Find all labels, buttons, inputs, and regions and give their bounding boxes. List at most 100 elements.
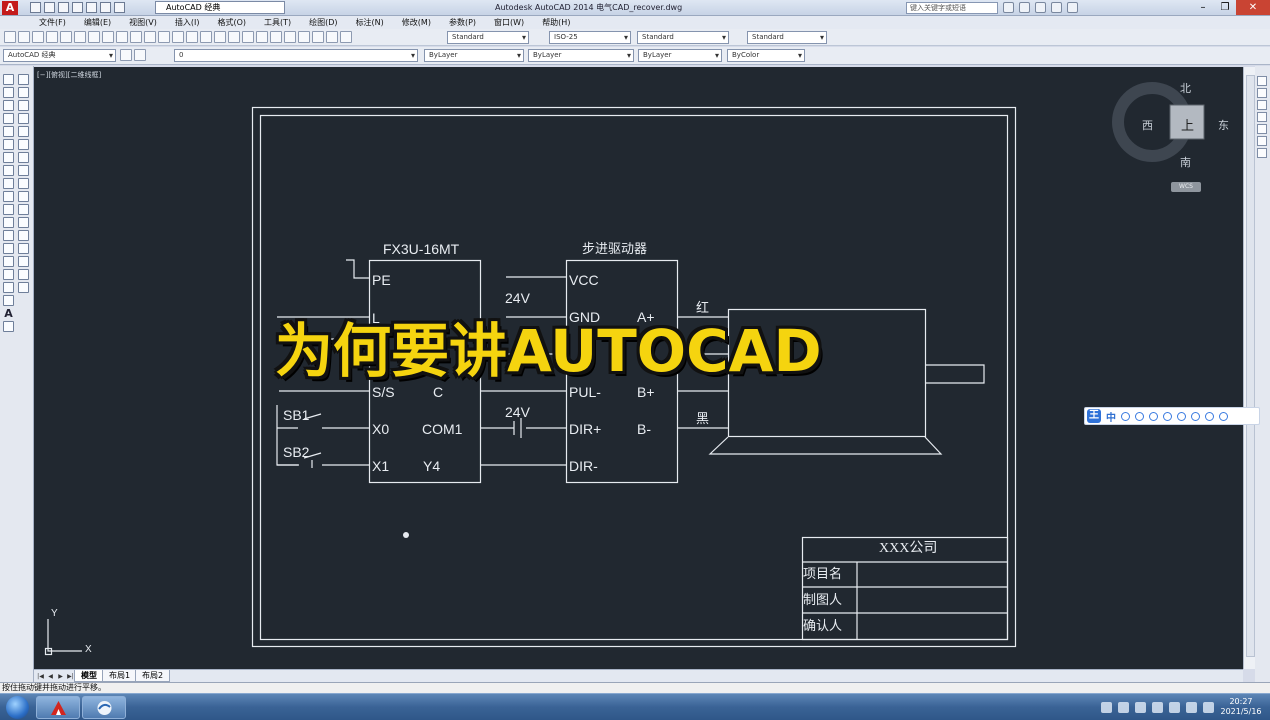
menu-window[interactable]: 窗口(W) <box>485 16 533 29</box>
handwrite-icon[interactable] <box>1149 411 1158 421</box>
gradient-icon[interactable] <box>3 269 14 280</box>
hatch-icon[interactable] <box>3 256 14 267</box>
circle-icon[interactable] <box>3 152 14 163</box>
mleader-style-combo[interactable]: Standard <box>747 31 827 44</box>
cut-icon[interactable] <box>102 31 114 43</box>
table-icon[interactable] <box>3 295 14 306</box>
line-icon[interactable] <box>3 74 14 85</box>
break-at-point-icon[interactable] <box>18 217 29 228</box>
menu-insert[interactable]: 插入(I) <box>166 16 209 29</box>
help-search-input[interactable]: 键入关键字或短语 <box>906 2 998 14</box>
menu-help[interactable]: 帮助(H) <box>533 16 579 29</box>
pan-icon[interactable] <box>200 31 212 43</box>
zoom-window-icon[interactable] <box>228 31 240 43</box>
tray-shield-icon[interactable] <box>1118 702 1129 713</box>
ime-toolbar[interactable]: 王 中 <box>1084 407 1260 425</box>
color-combo[interactable]: ByLayer <box>424 49 524 62</box>
ime-logo-icon[interactable]: 王 <box>1087 409 1101 423</box>
spline-icon[interactable] <box>3 178 14 189</box>
region-icon[interactable] <box>3 282 14 293</box>
tab-layout2[interactable]: 布局2 <box>135 670 171 682</box>
open-icon[interactable] <box>44 2 55 13</box>
extend-icon[interactable] <box>18 204 29 215</box>
plot-style-combo[interactable]: ByColor <box>727 49 805 62</box>
plot-icon[interactable] <box>86 2 97 13</box>
help-icon[interactable] <box>1067 2 1078 13</box>
maximize-button[interactable]: ❐ <box>1214 0 1236 15</box>
menu-edit[interactable]: 编辑(E) <box>75 16 120 29</box>
table-style-combo[interactable]: Standard <box>637 31 729 44</box>
showmotion-icon[interactable] <box>1257 124 1267 134</box>
sheet-set-icon[interactable] <box>298 31 310 43</box>
view-cube-east[interactable]: 东 <box>1218 117 1229 133</box>
markup-icon[interactable] <box>312 31 324 43</box>
explode-icon[interactable] <box>18 282 29 293</box>
search-icon[interactable] <box>1003 2 1014 13</box>
skin-icon[interactable] <box>1177 411 1186 421</box>
design-center-icon[interactable] <box>270 31 282 43</box>
menu-draw[interactable]: 绘图(D) <box>300 16 346 29</box>
close-button[interactable]: ✕ <box>1236 0 1270 15</box>
workspace-settings-icon[interactable] <box>120 49 132 61</box>
copy-object-icon[interactable] <box>18 87 29 98</box>
stretch-icon[interactable] <box>18 178 29 189</box>
chamfer-icon[interactable] <box>18 256 29 267</box>
settings-icon[interactable] <box>1219 411 1228 421</box>
emoji-icon[interactable] <box>1135 411 1144 421</box>
start-button[interactable] <box>2 695 34 720</box>
undo-tb-icon[interactable] <box>172 31 184 43</box>
layer-combo[interactable]: 0 <box>174 49 418 62</box>
rectangle-icon[interactable] <box>3 126 14 137</box>
layer-properties-icon[interactable] <box>134 49 146 61</box>
arc-icon[interactable] <box>3 139 14 150</box>
keyboard-icon[interactable] <box>1191 411 1200 421</box>
block-editor-icon[interactable] <box>158 31 170 43</box>
new-icon[interactable] <box>30 2 41 13</box>
taskbar-clock[interactable]: 20:27 2021/5/16 <box>1218 697 1264 717</box>
next-tab-icon[interactable]: ▶ <box>56 672 65 681</box>
match-properties-icon[interactable] <box>144 31 156 43</box>
zoom-realtime-icon[interactable] <box>214 31 226 43</box>
3d-dwf-icon[interactable] <box>88 31 100 43</box>
save-icon[interactable] <box>58 2 69 13</box>
autocad-app-icon[interactable]: A <box>2 1 18 15</box>
menu-view[interactable]: 视图(V) <box>120 16 166 29</box>
construction-line-icon[interactable] <box>3 87 14 98</box>
preview-icon[interactable] <box>60 31 72 43</box>
mirror-icon[interactable] <box>18 100 29 111</box>
erase-icon[interactable] <box>18 74 29 85</box>
save-as-icon[interactable] <box>72 2 83 13</box>
print-icon[interactable] <box>46 31 58 43</box>
save-file-icon[interactable] <box>32 31 44 43</box>
zoom-previous-icon[interactable] <box>242 31 254 43</box>
menu-format[interactable]: 格式(O) <box>208 16 255 29</box>
dim-aligned-icon[interactable] <box>1257 148 1267 158</box>
menu-dimension[interactable]: 标注(N) <box>347 16 393 29</box>
ellipse-icon[interactable] <box>3 191 14 202</box>
qnew-icon[interactable] <box>4 31 16 43</box>
multiline-text-icon[interactable]: A <box>3 308 14 319</box>
fillet-icon[interactable] <box>18 269 29 280</box>
move-icon[interactable] <box>18 139 29 150</box>
lineweight-combo[interactable]: ByLayer <box>638 49 722 62</box>
redo-tb-icon[interactable] <box>186 31 198 43</box>
polygon-icon[interactable] <box>3 113 14 124</box>
paste-icon[interactable] <box>130 31 142 43</box>
menu-icon[interactable] <box>1205 411 1214 421</box>
ellipse-arc-icon[interactable] <box>3 204 14 215</box>
rotate-icon[interactable] <box>18 152 29 163</box>
linetype-combo[interactable]: ByLayer <box>528 49 634 62</box>
vertical-scrollbar[interactable] <box>1243 67 1255 669</box>
exchange-icon[interactable] <box>1035 2 1046 13</box>
wcs-menu[interactable]: WCS <box>1171 182 1201 192</box>
revision-cloud-icon[interactable] <box>3 165 14 176</box>
quick-calc-icon[interactable] <box>326 31 338 43</box>
scale-icon[interactable] <box>18 165 29 176</box>
dim-linear-icon[interactable] <box>1257 136 1267 146</box>
workspace-combo[interactable]: AutoCAD 经典 <box>3 49 116 62</box>
undo-icon[interactable] <box>100 2 111 13</box>
insert-block-icon[interactable] <box>3 217 14 228</box>
tab-layout1[interactable]: 布局1 <box>102 670 138 682</box>
minimize-button[interactable]: – <box>1192 0 1214 15</box>
tray-network-icon[interactable] <box>1135 702 1146 713</box>
